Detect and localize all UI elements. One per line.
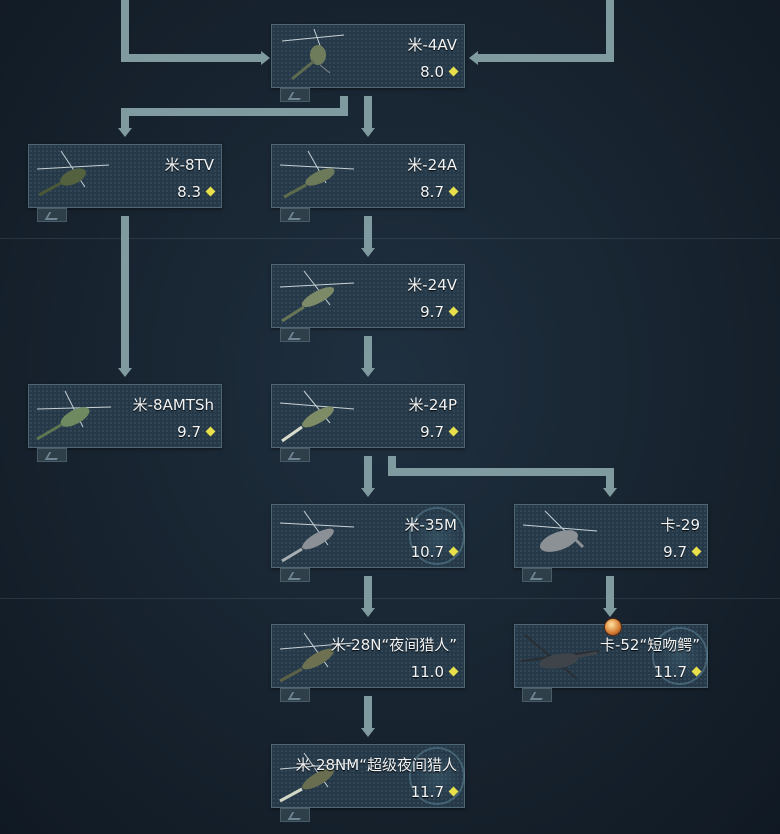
battle-rating-diamond-icon <box>448 666 459 677</box>
vehicle-name: 米-24A <box>407 156 457 174</box>
battle-rating: 11.7 <box>411 783 459 801</box>
tree-arrowhead <box>361 488 375 497</box>
battle-rating: 9.7 <box>663 543 702 561</box>
battle-rating: 9.7 <box>420 303 459 321</box>
helicopter-icon <box>279 270 355 323</box>
tree-arrow <box>121 0 129 62</box>
vehicle-type-tag <box>522 688 552 702</box>
vehicle-name: 米-4AV <box>407 36 457 54</box>
vehicle-name: 米-8TV <box>164 156 214 174</box>
tree-arrow <box>121 108 129 128</box>
helicopter-icon <box>279 150 355 199</box>
vehicle-name: 米-24P <box>408 396 457 414</box>
battle-rating-diamond-icon <box>448 546 459 557</box>
tree-arrowhead <box>361 728 375 737</box>
battle-rating-diamond-icon <box>691 666 702 677</box>
tree-arrow <box>121 54 261 62</box>
battle-rating-diamond-icon <box>448 426 459 437</box>
vehicle-type-tag <box>280 568 310 582</box>
helicopter-icon <box>520 634 600 680</box>
tree-arrow <box>121 108 348 116</box>
tree-arrow <box>606 0 614 62</box>
battle-rating-diamond-icon <box>205 426 216 437</box>
medal-icon <box>604 618 622 636</box>
vehicle-name: 米-35M <box>404 516 457 534</box>
vehicle-card-mi8tv[interactable]: 米-8TV 8.3 <box>28 144 222 208</box>
battle-rating: 9.7 <box>420 423 459 441</box>
vehicle-name: 卡-52“短吻鳄” <box>599 636 700 654</box>
vehicle-card-ka29[interactable]: 卡-29 9.7 <box>514 504 708 568</box>
tree-arrowhead <box>603 488 617 497</box>
tree-arrow <box>364 456 372 488</box>
vehicle-name: 米-28NM“超级夜间猎人 <box>295 756 457 774</box>
tree-arrowhead <box>469 51 478 65</box>
tree-arrow <box>364 96 372 128</box>
vehicle-type-tag <box>280 688 310 702</box>
helicopter-icon <box>522 510 598 552</box>
tree-arrowhead <box>118 128 132 137</box>
battle-rating-diamond-icon <box>205 186 216 197</box>
helicopter-icon <box>36 150 110 197</box>
vehicle-name: 米-8AMTSh <box>132 396 214 414</box>
tree-arrowhead <box>361 608 375 617</box>
tree-arrowhead <box>603 608 617 617</box>
tier-divider <box>0 598 780 599</box>
tree-arrowhead <box>118 368 132 377</box>
vehicle-type-tag <box>37 208 67 222</box>
vehicle-card-mi24v[interactable]: 米-24V 9.7 <box>271 264 465 328</box>
tier-divider <box>0 238 780 239</box>
vehicle-type-tag <box>37 448 67 462</box>
tree-arrow <box>364 216 372 248</box>
vehicle-name: 米-28N“夜间猎人” <box>330 636 457 654</box>
tree-arrow <box>388 468 614 476</box>
vehicle-name: 卡-29 <box>660 516 701 534</box>
vehicle-card-mi24p[interactable]: 米-24P 9.7 <box>271 384 465 448</box>
tree-arrow <box>364 696 372 728</box>
tree-arrow <box>606 576 614 608</box>
vehicle-type-tag <box>280 448 310 462</box>
battle-rating: 11.7 <box>654 663 702 681</box>
tree-arrowhead <box>361 368 375 377</box>
vehicle-name: 米-24V <box>407 276 457 294</box>
tree-arrowhead <box>361 248 375 257</box>
battle-rating-diamond-icon <box>448 786 459 797</box>
helicopter-icon <box>281 28 345 81</box>
helicopter-icon <box>36 390 112 441</box>
vehicle-type-tag <box>280 808 310 822</box>
tree-arrow <box>364 336 372 368</box>
helicopter-icon <box>279 510 355 563</box>
vehicle-card-mi35m[interactable]: 米-35M 10.7 <box>271 504 465 568</box>
vehicle-type-tag <box>280 208 310 222</box>
battle-rating: 11.0 <box>411 663 459 681</box>
battle-rating: 9.7 <box>177 423 216 441</box>
vehicle-card-mi24a[interactable]: 米-24A 8.7 <box>271 144 465 208</box>
tree-arrow <box>478 54 614 62</box>
battle-rating-diamond-icon <box>691 546 702 557</box>
tree-arrowhead <box>361 128 375 137</box>
vehicle-card-mi28nm[interactable]: 米-28NM“超级夜间猎人 11.7 <box>271 744 465 808</box>
vehicle-type-tag <box>280 328 310 342</box>
helicopter-icon <box>279 390 355 443</box>
battle-rating: 8.7 <box>420 183 459 201</box>
vehicle-card-mi4av[interactable]: 米-4AV 8.0 <box>271 24 465 88</box>
tree-arrowhead <box>261 51 270 65</box>
vehicle-type-tag <box>280 88 310 102</box>
tree-arrow <box>606 468 614 488</box>
vehicle-card-mi8amtsh[interactable]: 米-8AMTSh 9.7 <box>28 384 222 448</box>
battle-rating: 8.0 <box>420 63 459 81</box>
tree-arrow <box>364 576 372 608</box>
battle-rating-diamond-icon <box>448 66 459 77</box>
battle-rating-diamond-icon <box>448 186 459 197</box>
vehicle-type-tag <box>522 568 552 582</box>
vehicle-card-mi28n[interactable]: 米-28N“夜间猎人” 11.0 <box>271 624 465 688</box>
tree-arrow <box>121 216 129 368</box>
battle-rating: 8.3 <box>177 183 216 201</box>
battle-rating-diamond-icon <box>448 306 459 317</box>
battle-rating: 10.7 <box>411 543 459 561</box>
